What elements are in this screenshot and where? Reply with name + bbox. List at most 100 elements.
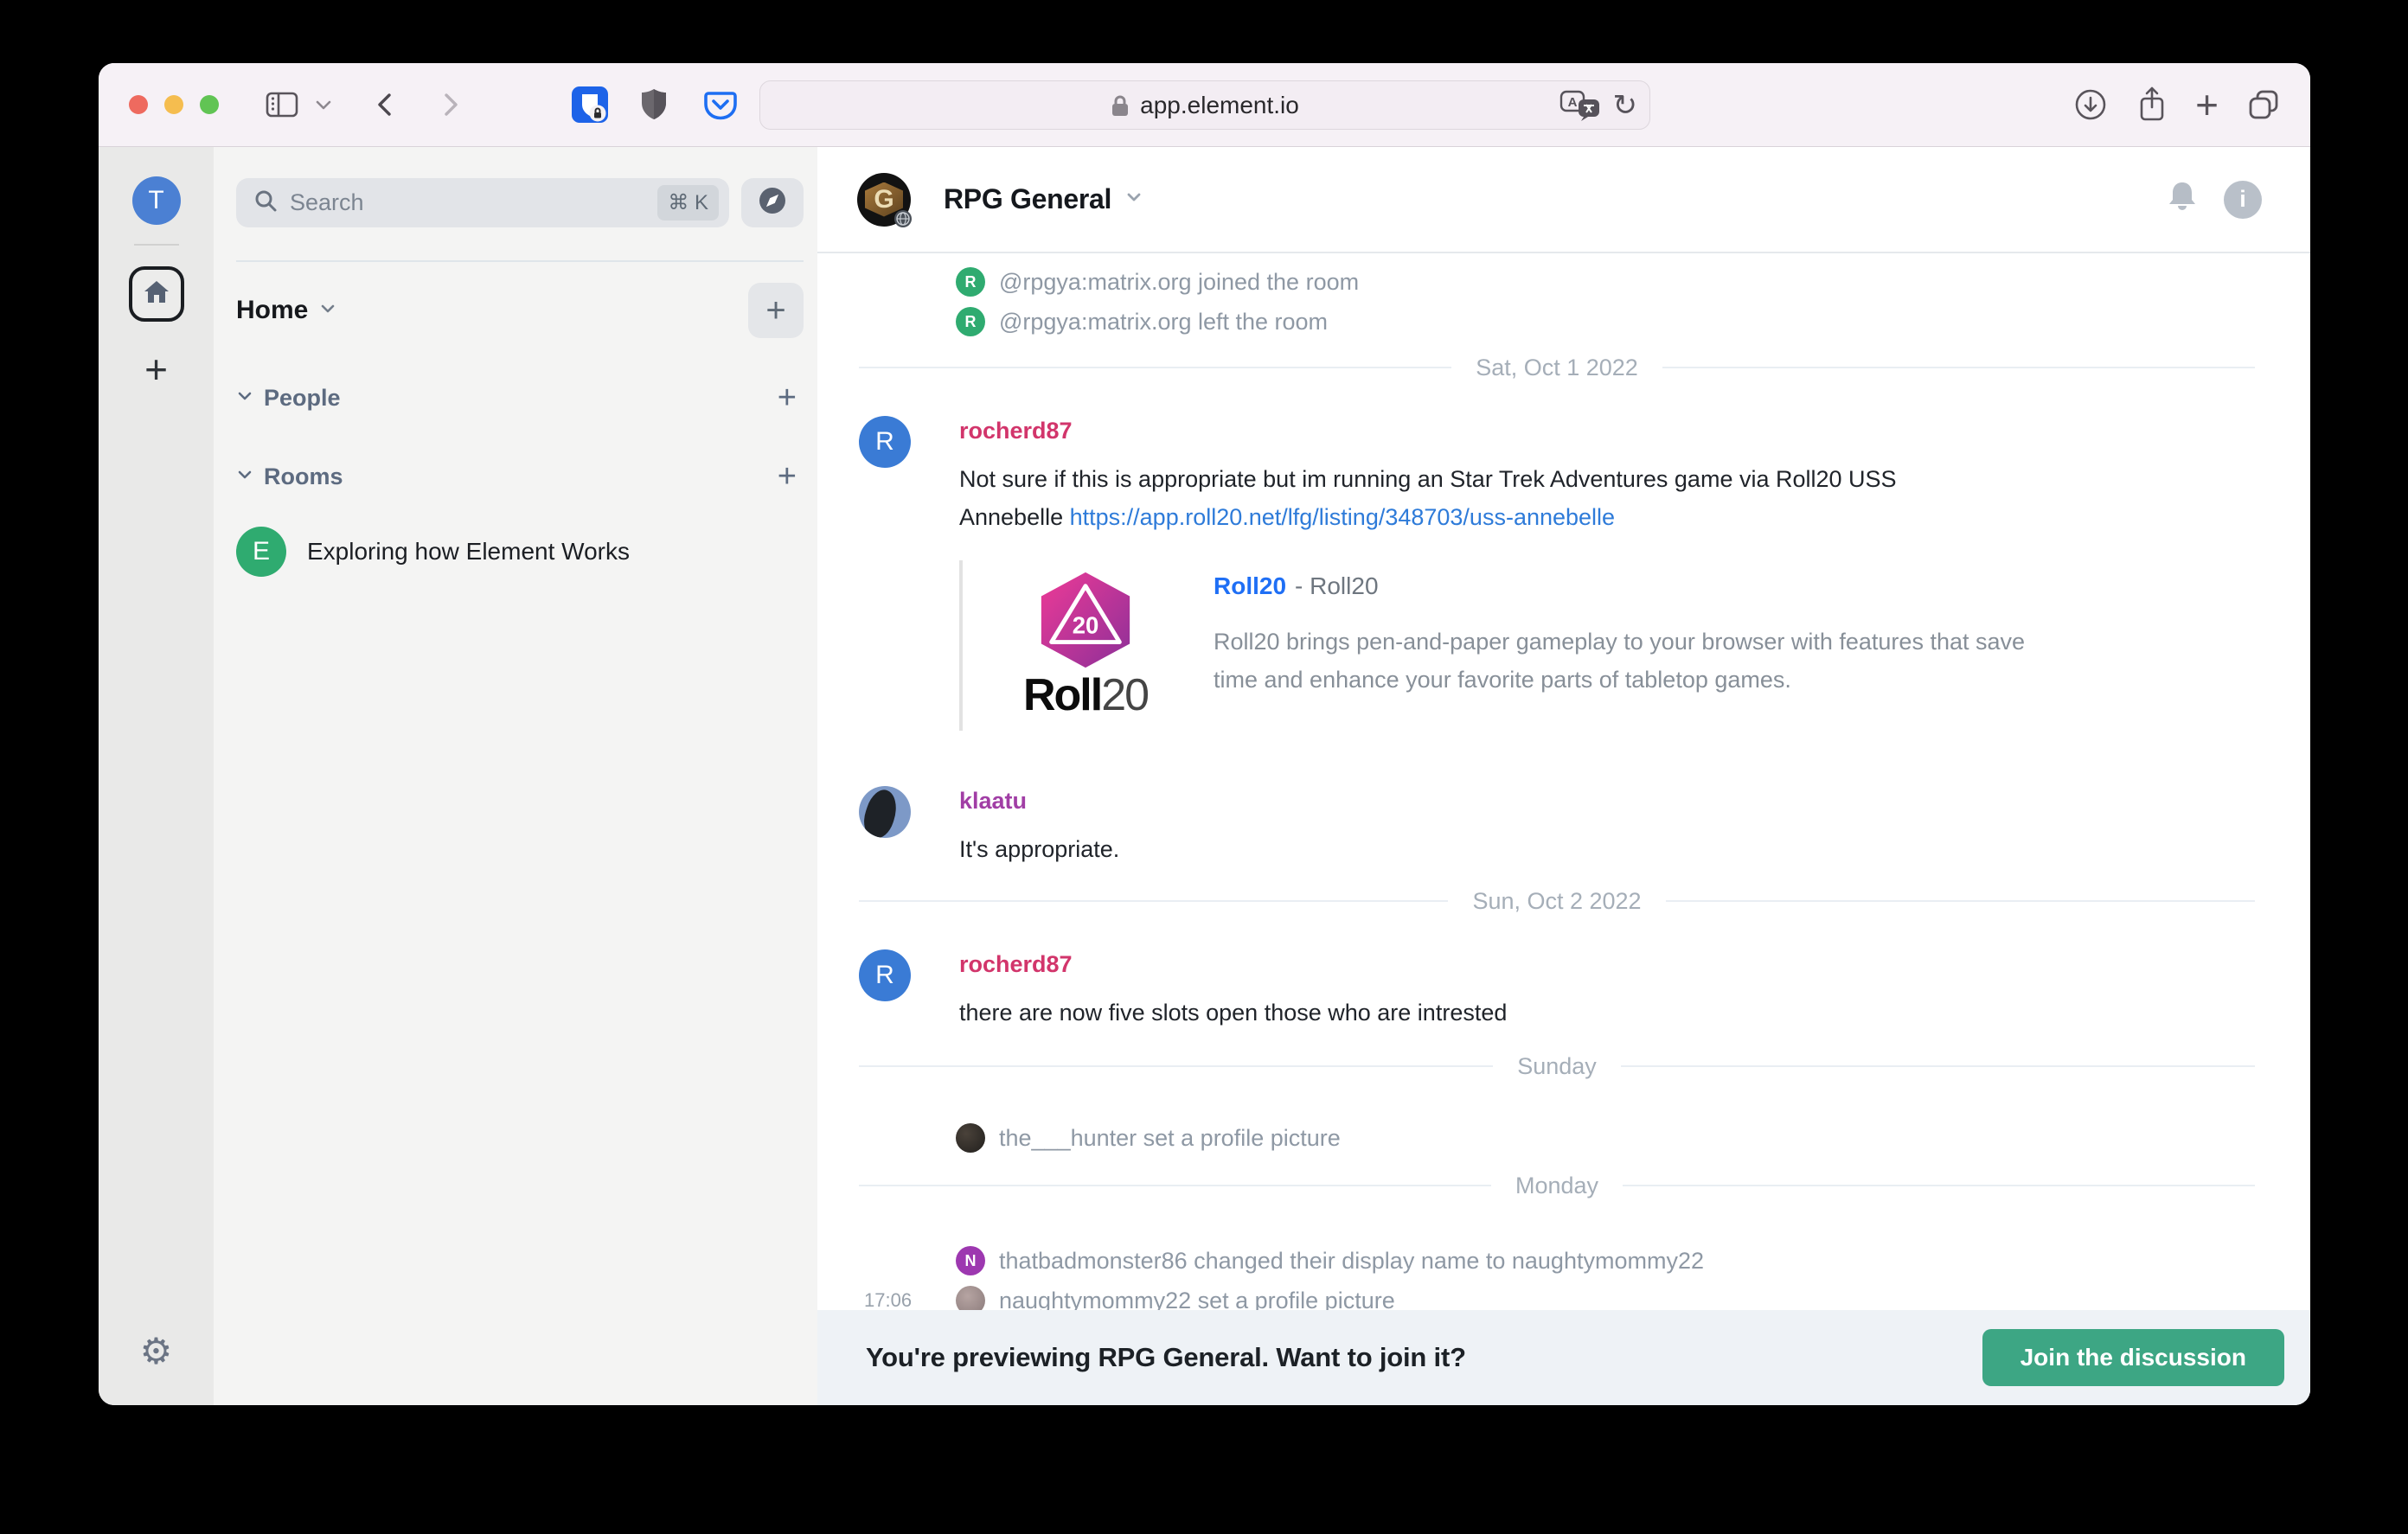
room-menu-chevron-icon[interactable] — [1124, 187, 1144, 212]
chevron-down-icon — [318, 299, 337, 323]
sidebar-toggle-icon[interactable] — [264, 86, 300, 124]
rooms-section-header[interactable]: Rooms + — [236, 458, 804, 495]
search-icon — [253, 189, 278, 217]
zoom-window-button[interactable] — [200, 95, 219, 114]
date-separator: Sunday — [859, 1044, 2255, 1089]
translate-icon[interactable]: A — [1559, 88, 1601, 123]
password-manager-extension-icon[interactable] — [572, 86, 608, 123]
d20-die-icon: 20 — [1034, 569, 1137, 671]
tab-overview-icon[interactable] — [2245, 86, 2283, 124]
preview-title: Roll20- Roll20 — [1214, 569, 2044, 600]
back-button[interactable] — [369, 87, 400, 122]
panel-divider — [236, 260, 804, 262]
share-icon[interactable] — [2135, 85, 2169, 125]
preview-title-link[interactable]: Roll20 — [1214, 572, 1286, 599]
explore-rooms-button[interactable] — [741, 178, 804, 227]
sender-avatar[interactable] — [859, 786, 911, 838]
event-text: @rpgya:matrix.org left the room — [999, 309, 1328, 336]
message-text: It's appropriate. — [959, 830, 1119, 868]
event-left: R @rpgya:matrix.org left the room — [956, 302, 2255, 342]
room-header: G RPG General i — [817, 147, 2310, 253]
event-text: naughtymommy22 set a profile picture — [999, 1288, 1395, 1310]
room-name: Exploring how Element Works — [307, 538, 630, 566]
downloads-icon[interactable] — [2072, 86, 2109, 123]
message-text: there are now five slots open those who … — [959, 994, 1507, 1032]
date-separator: Sun, Oct 2 2022 — [859, 879, 2255, 924]
chat-column: G RPG General i R @rpgya:mat — [817, 147, 2310, 1405]
preview-prompt: You're previewing RPG General. Want to j… — [866, 1342, 1466, 1373]
lock-icon — [1111, 93, 1130, 118]
pocket-extension-icon[interactable] — [701, 86, 740, 123]
minimize-window-button[interactable] — [164, 95, 183, 114]
browser-window: app.element.io A ↻ + T — [99, 63, 2310, 1405]
event-joined: R @rpgya:matrix.org joined the room — [956, 262, 2255, 302]
event-avatar[interactable]: N — [956, 1246, 985, 1275]
rail-divider — [134, 244, 179, 246]
new-tab-icon[interactable]: + — [2195, 85, 2219, 125]
chevron-down-icon — [236, 387, 253, 409]
rooms-label: Rooms — [264, 463, 343, 490]
browser-toolbar: app.element.io A ↻ + — [99, 63, 2310, 147]
privacy-shield-extension-icon[interactable] — [637, 86, 670, 123]
event-profile-picture-2: 17:06 naughtymommy22 set a profile pictu… — [956, 1281, 2255, 1310]
home-header[interactable]: Home + — [236, 283, 804, 338]
search-shortcut-badge: ⌘ K — [657, 185, 719, 221]
url-preview-card: 20 Roll20 Roll20- Roll20 Roll20 brings p… — [959, 560, 2044, 731]
reload-icon[interactable]: ↻ — [1613, 88, 1638, 123]
message-link[interactable]: https://app.roll20.net/lfg/listing/34870… — [1070, 504, 1615, 530]
event-avatar[interactable]: R — [956, 307, 985, 336]
sidebar-chevron-down-icon[interactable] — [314, 95, 333, 114]
sender-name[interactable]: rocherd87 — [959, 418, 2044, 444]
sender-avatar[interactable]: R — [859, 949, 911, 1001]
message-rocherd87: R rocherd87 Not sure if this is appropri… — [859, 416, 2255, 731]
close-window-button[interactable] — [129, 95, 148, 114]
user-avatar[interactable]: T — [132, 176, 181, 225]
add-room-button[interactable]: + — [778, 458, 797, 495]
svg-text:20: 20 — [1073, 612, 1099, 639]
preview-description: Roll20 brings pen-and-paper gameplay to … — [1214, 623, 2044, 699]
notifications-bell-icon[interactable] — [2165, 179, 2200, 220]
message-rocherd87-2: R rocherd87 there are now five slots ope… — [859, 949, 2255, 1032]
roll20-logo: 20 Roll20 — [999, 569, 1172, 720]
date-separator: Monday — [859, 1163, 2255, 1208]
forward-button[interactable] — [435, 87, 466, 122]
globe-badge-icon — [893, 209, 913, 228]
home-label: Home — [236, 296, 308, 325]
create-space-button[interactable]: + — [144, 346, 168, 393]
event-profile-picture: the___hunter set a profile picture — [956, 1118, 2255, 1158]
roll20-wordmark: Roll20 — [1023, 671, 1148, 720]
timestamp: 17:06 — [864, 1289, 944, 1310]
sender-avatar[interactable]: R — [859, 416, 911, 468]
message-text: Not sure if this is appropriate but im r… — [959, 460, 1997, 536]
add-button[interactable]: + — [748, 283, 804, 338]
room-avatar: E — [236, 527, 286, 577]
sender-name[interactable]: rocherd87 — [959, 951, 1507, 978]
join-discussion-button[interactable]: Join the discussion — [1982, 1329, 2284, 1386]
event-avatar[interactable] — [956, 1123, 985, 1153]
search-input-wrapper[interactable]: ⌘ K — [236, 178, 729, 227]
room-preview-bar: You're previewing RPG General. Want to j… — [817, 1310, 2310, 1405]
spaces-rail: T + ⚙ — [99, 147, 214, 1405]
svg-text:A: A — [1567, 95, 1577, 110]
event-avatar[interactable] — [956, 1286, 985, 1310]
people-section-header[interactable]: People + — [236, 380, 804, 417]
traffic-lights — [129, 95, 219, 114]
event-text: @rpgya:matrix.org joined the room — [999, 269, 1359, 296]
url-text: app.element.io — [1140, 92, 1299, 119]
room-info-icon[interactable]: i — [2224, 181, 2262, 219]
search-input[interactable] — [290, 189, 645, 216]
event-text: the___hunter set a profile picture — [999, 1125, 1341, 1152]
message-timeline: R @rpgya:matrix.org joined the room R @r… — [817, 253, 2310, 1310]
settings-gear-icon[interactable]: ⚙ — [140, 1330, 173, 1372]
home-space-button[interactable] — [129, 266, 184, 322]
event-avatar[interactable]: R — [956, 267, 985, 297]
room-list-item[interactable]: E Exploring how Element Works — [236, 527, 804, 577]
people-label: People — [264, 385, 341, 412]
sender-name[interactable]: klaatu — [959, 788, 1119, 815]
add-people-button[interactable]: + — [778, 380, 797, 417]
message-klaatu: klaatu It's appropriate. — [859, 786, 2255, 868]
event-display-name-change: N thatbadmonster86 changed their display… — [956, 1241, 2255, 1281]
address-bar[interactable]: app.element.io A ↻ — [759, 80, 1650, 130]
event-text: thatbadmonster86 changed their display n… — [999, 1248, 1704, 1275]
room-header-avatar[interactable]: G — [857, 173, 911, 227]
